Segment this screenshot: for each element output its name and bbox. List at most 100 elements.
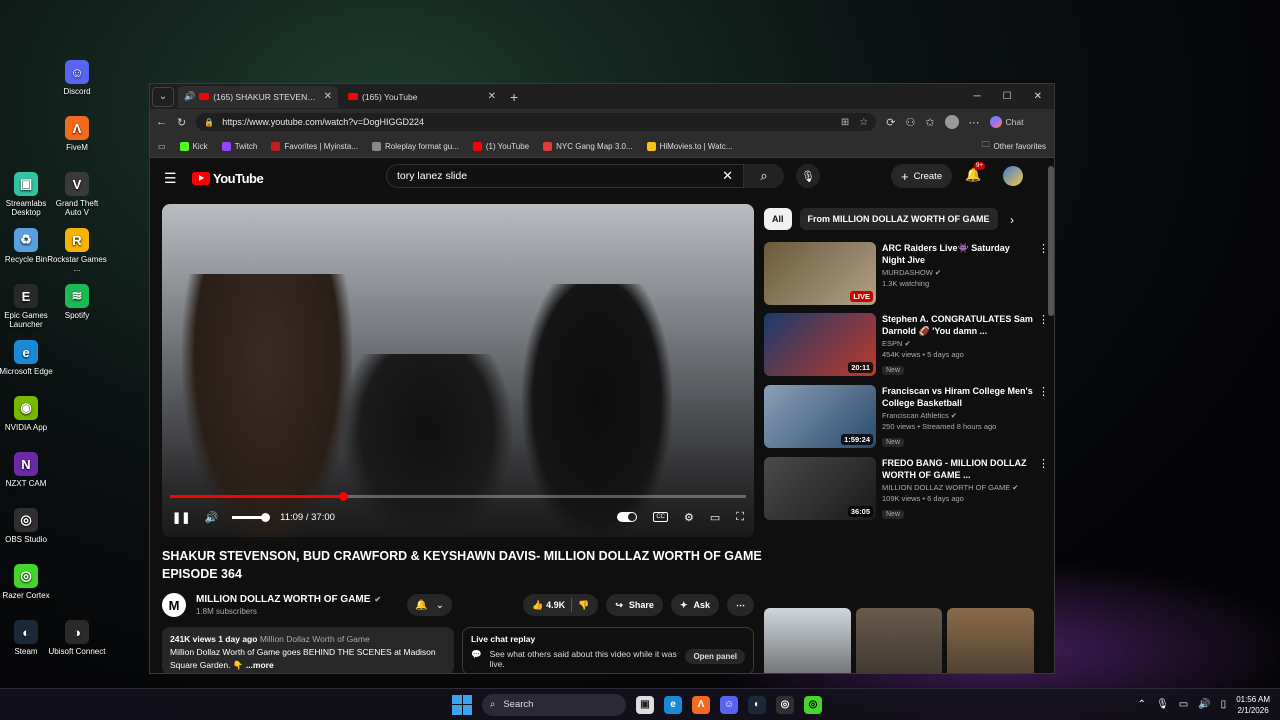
desktop-icon-nzxt-cam[interactable]: N NZXT CAM	[0, 452, 56, 488]
chip-channel[interactable]: From MILLION DOLLAZ WORTH OF GAME	[799, 208, 998, 230]
taskbar-search[interactable]: ⌕ Search	[482, 693, 626, 716]
other-favorites-folder[interactable]: 🗀 Other favorites	[982, 139, 1046, 153]
search-input[interactable]: tory lanez slide ✕	[386, 164, 744, 188]
like-button[interactable]: 👍 4.9K	[532, 600, 565, 611]
short-thumbnail[interactable]	[947, 608, 1035, 673]
menu-icon[interactable]: ☰	[164, 170, 178, 187]
description-box[interactable]: 241K views 1 day ago Million Dollaz Wort…	[162, 627, 454, 673]
copilot-chat-button[interactable]: Chat	[989, 116, 1024, 128]
recommendation-item[interactable]: 36:05 FREDO BANG - MILLION DOLLAZ WORTH O…	[764, 457, 1049, 523]
video-thumbnail[interactable]: 20:11	[764, 313, 876, 376]
account-avatar[interactable]	[1003, 166, 1023, 186]
volume-knob[interactable]	[261, 512, 271, 522]
more-options-icon[interactable]: ⋯	[969, 116, 980, 129]
desktop-icon-discord[interactable]: ☺ Discord	[47, 60, 107, 96]
autoplay-toggle[interactable]	[617, 512, 638, 522]
windows-start-icon[interactable]	[452, 694, 472, 715]
desktop-icon-rockstar-games[interactable]: R Rockstar Games ...	[47, 228, 107, 273]
tab-actions-menu[interactable]: ⌄	[152, 86, 174, 107]
maximize-button[interactable]: ☐	[1003, 91, 1012, 102]
open-panel-button[interactable]: Open panel	[685, 649, 745, 664]
channel-name-row[interactable]: MILLION DOLLAZ WORTH OF GAME ✔	[196, 594, 381, 605]
more-options-icon[interactable]: ⋮	[1038, 313, 1049, 326]
voice-search-button[interactable]: 🎙	[796, 164, 820, 188]
recommendation-item[interactable]: 1:59:24 Franciscan vs Hiram College Men's…	[764, 385, 1049, 451]
clock[interactable]: 01:56 AM 2/1/2026	[1236, 694, 1270, 716]
recommendation-item[interactable]: LIVE ARC Raiders Live👾 Saturday Night Jiv…	[764, 242, 1049, 308]
fullscreen-icon[interactable]: ⛶	[736, 511, 744, 524]
video-player[interactable]: ❚❚ 🔊 11:09 / 37:00 CC ⚙ ▭ ⛶	[162, 204, 754, 537]
chip-all[interactable]: All	[764, 208, 792, 230]
minimize-button[interactable]: ─	[974, 91, 981, 102]
profile-icon[interactable]	[944, 115, 959, 129]
chevron-up-icon[interactable]: ⌃	[1138, 699, 1146, 710]
more-actions-button[interactable]: ⋯	[727, 594, 754, 616]
video-thumbnail[interactable]: 36:05	[764, 457, 876, 520]
volume-icon[interactable]: 🔊	[1198, 699, 1210, 710]
youtube-logo[interactable]: YouTube	[192, 171, 264, 186]
desktop-icon-razer-cortex[interactable]: ◎ Razer Cortex	[0, 564, 56, 600]
mic-icon[interactable]: 🎙	[1156, 699, 1169, 710]
favorites-icon[interactable]: ✩	[925, 116, 934, 129]
obs-taskbar-icon[interactable]: ◎	[776, 695, 794, 714]
desktop-icon-ubisoft-connect[interactable]: ◑ Ubisoft Connect	[47, 620, 107, 656]
create-button[interactable]: + Create	[891, 164, 953, 188]
desktop-icon-nvidia-app[interactable]: ◉ NVIDIA App	[0, 396, 56, 432]
captions-icon[interactable]: CC	[653, 512, 669, 522]
ask-button[interactable]: ✦ Ask	[670, 594, 719, 616]
desktop-icon-grand-theft-auto-v[interactable]: V Grand Theft Auto V	[47, 172, 107, 217]
razer-taskbar-icon[interactable]: ◎	[804, 695, 822, 714]
close-tab-icon[interactable]: ✕	[488, 91, 496, 102]
refresh-icon[interactable]: ↻	[177, 116, 186, 129]
more-options-icon[interactable]: ⋮	[1038, 457, 1049, 470]
tab-sidebar-icon[interactable]: ▭	[158, 142, 166, 151]
recommendation-item[interactable]: 20:11 Stephen A. CONGRATULATES Sam Darnol…	[764, 313, 1049, 379]
volume-icon[interactable]: 🔊	[204, 511, 218, 524]
progress-bar[interactable]	[170, 492, 746, 501]
network-icon[interactable]: ▭	[1179, 699, 1188, 710]
back-icon[interactable]: ←	[156, 116, 167, 128]
close-window-button[interactable]: ✕	[1034, 91, 1042, 102]
favorite-star-icon[interactable]: ☆	[859, 117, 868, 128]
favorite-link[interactable]: NYC Gang Map 3.0...	[543, 141, 633, 151]
url-field[interactable]: 🔒 https://www.youtube.com/watch?v=DogHIG…	[196, 113, 877, 131]
video-thumbnail[interactable]: LIVE	[764, 242, 876, 305]
video-thumbnail[interactable]: 1:59:24	[764, 385, 876, 448]
more-options-icon[interactable]: ⋮	[1038, 385, 1049, 398]
page-scrollbar[interactable]	[1048, 166, 1054, 316]
share-button[interactable]: ↪ Share	[606, 594, 663, 616]
edge-taskbar-icon[interactable]: e	[664, 695, 682, 714]
chevron-right-icon[interactable]: ›	[1010, 213, 1014, 227]
task-view-icon[interactable]: ▣	[636, 695, 654, 714]
desktop-icon-fivem[interactable]: Λ FiveM	[47, 116, 107, 152]
theater-mode-icon[interactable]: ▭	[710, 511, 720, 524]
notifications-button[interactable]: 🔔 9+	[965, 162, 985, 183]
short-thumbnail[interactable]	[855, 608, 943, 673]
favorite-link[interactable]: Favorites | Myinsta...	[271, 141, 358, 151]
pause-icon[interactable]: ❚❚	[172, 511, 190, 524]
desktop-icon-obs-studio[interactable]: ◎ OBS Studio	[0, 508, 56, 544]
short-thumbnail[interactable]	[764, 608, 851, 673]
favorite-link[interactable]: HiMovies.to | Watc...	[646, 141, 733, 151]
settings-icon[interactable]: ⚙	[684, 511, 694, 524]
favorite-link[interactable]: Twitch	[221, 141, 257, 151]
app-available-icon[interactable]: ⊞	[841, 117, 849, 128]
search-button[interactable]: ⌕	[744, 164, 784, 188]
new-tab-button[interactable]: +	[510, 89, 518, 105]
channel-avatar[interactable]: M	[162, 593, 186, 617]
browser-essentials-icon[interactable]: ⚇	[905, 116, 915, 129]
desktop-icon-spotify[interactable]: ≋ Spotify	[47, 284, 107, 320]
close-tab-icon[interactable]: ✕	[324, 91, 332, 102]
fivem-taskbar-icon[interactable]: Λ	[692, 695, 710, 714]
battery-icon[interactable]: ▯	[1221, 699, 1227, 710]
description-tag[interactable]: Million Dollaz Worth of Game	[260, 634, 370, 644]
tab-inactive[interactable]: (165) YouTube ✕	[342, 86, 502, 108]
show-more-link[interactable]: ...more	[246, 660, 274, 670]
extensions-icon[interactable]: ⟳	[886, 116, 895, 129]
subscription-bell-button[interactable]: 🔔 ⌄	[407, 594, 452, 616]
tab-active[interactable]: 🔊 (165) SHAKUR STEVENSON, B ✕	[178, 85, 338, 108]
favorite-link[interactable]: (1) YouTube	[472, 141, 529, 151]
progress-scrubber[interactable]	[338, 492, 348, 501]
clear-search-icon[interactable]: ✕	[722, 168, 733, 184]
dislike-button[interactable]: 👎	[578, 600, 589, 611]
